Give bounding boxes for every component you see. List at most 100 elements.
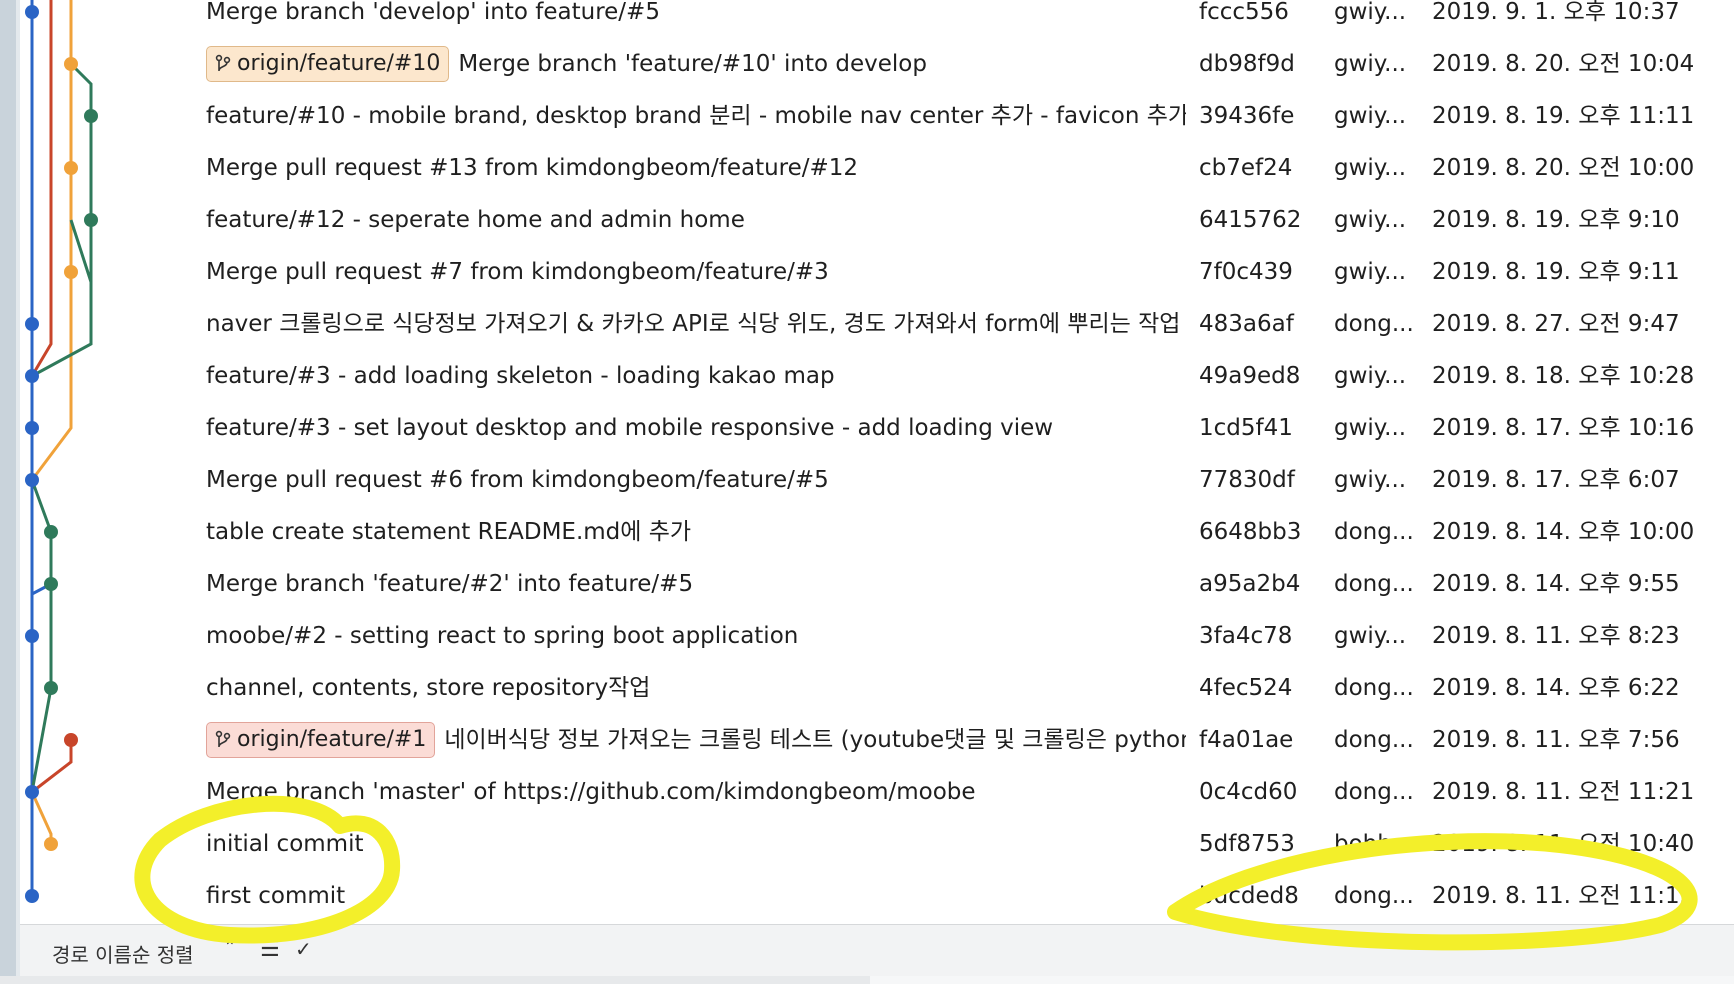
branch-tag-label: origin/feature/#1 [237,727,427,752]
commit-row[interactable]: Merge branch 'feature/#2' into feature/#… [0,558,1734,610]
commit-row[interactable]: origin/feature/#10 Merge branch 'feature/… [0,38,1734,90]
commit-author: gwiy... [1334,51,1407,77]
commit-hash: 7f0c439 [1199,259,1293,285]
commit-author: dong... [1334,727,1414,753]
commit-message-text: Merge branch 'develop' into feature/#5 [206,0,660,25]
commit-message-text: Merge pull request #7 from kimdongbeom/f… [206,259,829,285]
commit-author: dong... [1334,519,1414,545]
commit-row[interactable]: feature/#3 - set layout desktop and mobi… [0,402,1734,454]
commit-message: channel, contents, store repository작업 [206,662,1186,714]
branch-tag[interactable]: origin/feature/#1 [206,722,436,758]
commit-row[interactable]: channel, contents, store repository작업 4fe… [0,662,1734,714]
commit-hash: 5df8753 [1199,831,1295,857]
commit-row[interactable]: Merge pull request #6 from kimdongbeom/f… [0,454,1734,506]
commit-message: first commit [206,870,1186,922]
branch-icon [215,730,231,748]
commit-date: 2019. 8. 11. 오전 11:15 [1432,883,1695,909]
commit-message: initial commit [206,818,1186,870]
commit-hash: 77830df [1199,467,1295,493]
commit-date: 2019. 8. 19. 오후 9:10 [1432,207,1680,233]
status-strip-right [870,976,1734,984]
commit-author: gwiy... [1334,155,1407,181]
commit-date: 2019. 8. 17. 오후 6:07 [1432,467,1680,493]
commit-row[interactable]: origin/feature/#1 네이버식당 정보 가져오는 크롤링 테스트 (… [0,714,1734,766]
commit-row[interactable]: Merge branch 'master' of https://github.… [0,766,1734,818]
commit-message-text: 네이버식당 정보 가져오는 크롤링 테스트 (youtube댓글 및 크롤링은 … [444,727,1186,753]
commit-row[interactable]: moobe/#2 - setting react to spring boot … [0,610,1734,662]
commit-row[interactable]: Merge branch 'develop' into feature/#5 fc… [0,0,1734,38]
commit-author: gwiy... [1334,467,1407,493]
commit-row[interactable]: table create statement README.md에 추가 6648… [0,506,1734,558]
list-icon[interactable]: ☰ [260,937,280,962]
commit-author: bobb... [1334,831,1414,857]
commit-date: 2019. 8. 19. 오후 9:11 [1432,259,1680,285]
commit-date: 2019. 8. 27. 오전 9:47 [1432,311,1680,337]
commit-hash: 49a9ed8 [1199,363,1301,389]
branch-tag-label: origin/feature/#10 [237,51,441,76]
chevron-down-icon[interactable]: ⌃ [224,939,236,955]
commit-hash: 6648bb3 [1199,519,1302,545]
commit-hash: 3fa4c78 [1199,623,1293,649]
commit-author: gwiy... [1334,103,1407,129]
commit-author: gwiy... [1334,207,1407,233]
commit-date: 2019. 8. 11. 오후 7:56 [1432,727,1680,753]
commit-hash: f4a01ae [1199,727,1294,753]
commit-row[interactable]: naver 크롤링으로 식당정보 가져오기 & 카카오 API로 식당 위도, … [0,298,1734,350]
commit-date: 2019. 8. 11. 오후 8:23 [1432,623,1680,649]
commit-message: origin/feature/#1 네이버식당 정보 가져오는 크롤링 테스트 (… [206,714,1186,766]
commit-message-text: Merge branch 'feature/#10' into develop [458,51,927,77]
commit-row[interactable]: feature/#12 - seperate home and admin ho… [0,194,1734,246]
commit-date: 2019. 8. 14. 오후 9:55 [1432,571,1680,597]
commit-row[interactable]: initial commit 5df8753 bobb... 2019. 8. 11.… [0,818,1734,870]
commit-message-text: Merge pull request #13 from kimdongbeom/… [206,155,859,181]
commit-date: 2019. 8. 17. 오후 10:16 [1432,415,1695,441]
commit-row[interactable]: Merge pull request #13 from kimdongbeom/… [0,142,1734,194]
check-icon[interactable]: ✓ [295,937,312,961]
commit-row[interactable]: Merge pull request #7 from kimdongbeom/f… [0,246,1734,298]
commit-hash: db98f9d [1199,51,1295,77]
commit-row[interactable]: first commit bdcded8 dong... 2019. 8. 11. 오… [0,870,1734,922]
commit-date: 2019. 8. 11. 오전 11:21 [1432,779,1695,805]
commit-message-text: feature/#12 - seperate home and admin ho… [206,207,745,233]
commit-hash: 483a6af [1199,311,1294,337]
commit-message: feature/#3 - add loading skeleton - load… [206,350,1186,402]
commit-hash: 6415762 [1199,207,1302,233]
commit-date: 2019. 9. 1. 오후 10:37 [1432,0,1680,25]
commit-hash: bdcded8 [1199,883,1299,909]
commit-hash: 0c4cd60 [1199,779,1298,805]
commit-message: Merge branch 'develop' into feature/#5 [206,0,1186,38]
commit-row[interactable]: feature/#10 - mobile brand, desktop bran… [0,90,1734,142]
commit-message-text: feature/#10 - mobile brand, desktop bran… [206,103,1186,129]
commit-message-text: table create statement README.md에 추가 [206,519,692,545]
commit-date: 2019. 8. 14. 오후 6:22 [1432,675,1680,701]
branch-tag[interactable]: origin/feature/#10 [206,46,450,82]
commit-date: 2019. 8. 11. 오전 10:40 [1432,831,1695,857]
commit-author: dong... [1334,779,1414,805]
commit-message-text: naver 크롤링으로 식당정보 가져오기 & 카카오 API로 식당 위도, … [206,311,1181,337]
commit-hash: fccc556 [1199,0,1289,25]
commit-message-text: first commit [206,883,346,909]
commit-hash: 4fec524 [1199,675,1293,701]
commit-message: feature/#10 - mobile brand, desktop bran… [206,90,1186,142]
commit-message-text: Merge branch 'master' of https://github.… [206,779,976,805]
commit-message-text: moobe/#2 - setting react to spring boot … [206,623,799,649]
commit-row[interactable]: feature/#3 - add loading skeleton - load… [0,350,1734,402]
branch-icon [215,54,231,72]
commit-author: dong... [1334,675,1414,701]
commit-message: feature/#12 - seperate home and admin ho… [206,194,1186,246]
commit-message-text: channel, contents, store repository작업 [206,675,651,701]
commit-message-text: Merge branch 'feature/#2' into feature/#… [206,571,694,597]
commit-author: dong... [1334,883,1414,909]
commit-message: naver 크롤링으로 식당정보 가져오기 & 카카오 API로 식당 위도, … [206,298,1186,350]
commit-hash: 39436fe [1199,103,1295,129]
commit-message: Merge pull request #6 from kimdongbeom/f… [206,454,1186,506]
commit-author: dong... [1334,311,1414,337]
commit-author: gwiy... [1334,259,1407,285]
sort-dropdown[interactable]: 경로 이름순 정렬 [52,939,194,968]
bottom-toolbar: 경로 이름순 정렬 ⌃ ☰ ✓ [20,924,1734,977]
commit-author: dong... [1334,571,1414,597]
commit-message: moobe/#2 - setting react to spring boot … [206,610,1186,662]
commit-hash: a95a2b4 [1199,571,1301,597]
commit-author: gwiy... [1334,415,1407,441]
commit-message-text: feature/#3 - add loading skeleton - load… [206,363,835,389]
